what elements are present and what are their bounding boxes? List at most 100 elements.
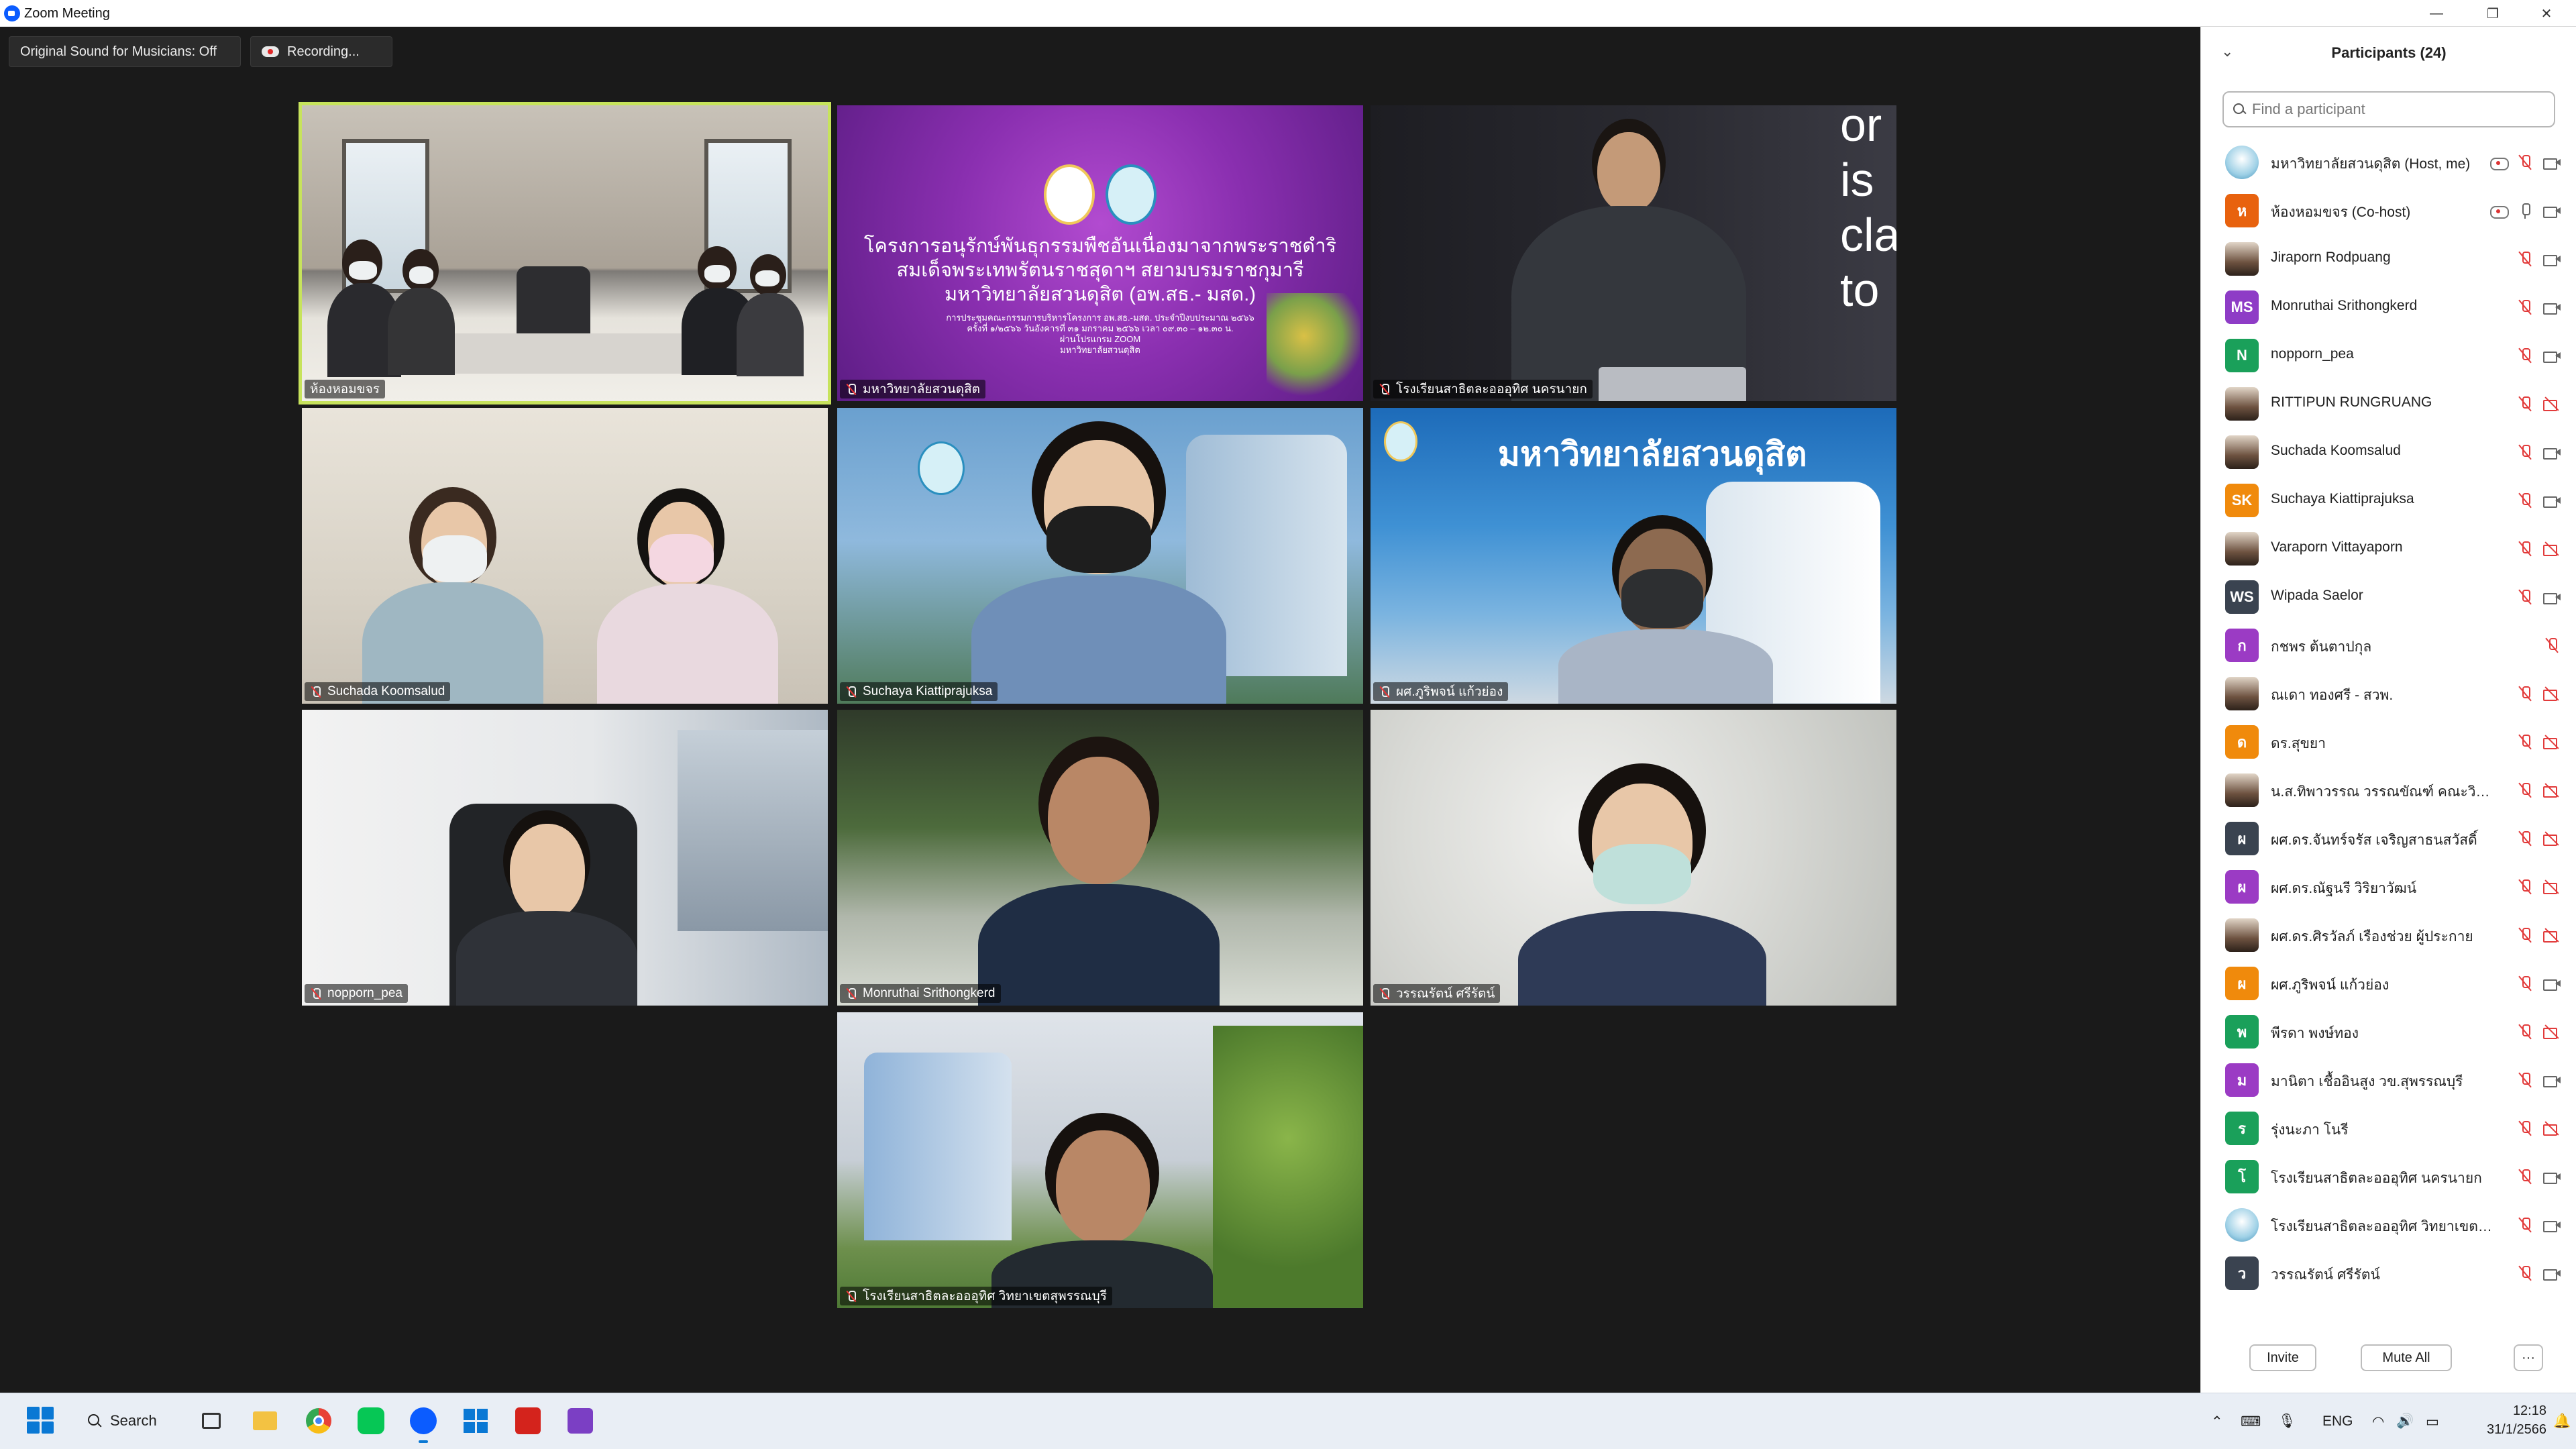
taskbar-search[interactable]: Search xyxy=(87,1404,174,1438)
participant-name: Wipada Saelor xyxy=(2271,588,2363,603)
video-tile[interactable]: ห้องหอมขจร xyxy=(299,102,831,405)
participant-name: Jiraporn Rodpuang xyxy=(2271,250,2391,265)
camera-icon xyxy=(2543,1265,2561,1282)
original-sound-button[interactable]: Original Sound for Musicians: Off xyxy=(9,36,241,67)
participant-name: รุ่งนะภา โนรี xyxy=(2271,1122,2349,1138)
language-indicator[interactable]: ENG xyxy=(2322,1393,2353,1449)
line-app-icon[interactable] xyxy=(354,1404,388,1438)
chrome-icon[interactable] xyxy=(302,1404,335,1438)
zoom-app-icon[interactable] xyxy=(407,1404,440,1443)
video-tile[interactable]: วรรณรัตน์ ศรีรัตน์ xyxy=(1371,710,1896,1006)
minimize-button[interactable]: — xyxy=(2415,0,2458,27)
participant-row[interactable]: ร รุ่งนะภา โนรี xyxy=(2201,1104,2576,1152)
participant-name: ผศ.ดร.ศิรวัลภ์ เรืองช่วย ผู้ประกาย xyxy=(2271,929,2473,945)
camera-icon xyxy=(2543,154,2561,171)
video-tile[interactable]: Suchaya Kiattiprajuksa xyxy=(837,408,1363,704)
participant-row[interactable]: ผศ.ดร.ศิรวัลภ์ เรืองช่วย ผู้ประกาย xyxy=(2201,911,2576,959)
participant-row[interactable]: ณเดา ทองศรี - สวพ. xyxy=(2201,669,2576,718)
participant-row[interactable]: ผ ผศ.ดร.จันทร์จรัส เจริญสาธนสวัสดิ์ xyxy=(2201,814,2576,863)
mic-muted-icon xyxy=(2516,347,2534,364)
avatar xyxy=(2225,677,2259,710)
participant-row[interactable]: โรงเรียนสาธิตละอออุทิศ วิทยาเขตสุพรร... xyxy=(2201,1201,2576,1249)
board-line: cla xyxy=(1840,209,1896,261)
start-button[interactable] xyxy=(27,1407,54,1434)
video-tile[interactable]: มหาวิทยาลัยสวนดุสิต ผศ.ภูริพจน์ แก้วย่อง xyxy=(1371,408,1896,704)
tile-name-label: วรรณรัตน์ ศรีรัตน์ xyxy=(1373,984,1501,1003)
participant-row[interactable]: RITTIPUN RUNGRUANG xyxy=(2201,380,2576,428)
person-face xyxy=(1048,757,1150,884)
microphone-icon[interactable]: 🎙 xyxy=(2278,1393,2296,1449)
participant-row[interactable]: Varaporn Vittayaporn xyxy=(2201,525,2576,573)
participant-row[interactable]: ผ ผศ.ภูริพจน์ แก้วย่อง xyxy=(2201,959,2576,1008)
mic-muted-icon xyxy=(2516,492,2534,509)
participant-row[interactable]: WS Wipada Saelor xyxy=(2201,573,2576,621)
mic-muted-icon xyxy=(845,987,857,1000)
task-view-icon[interactable] xyxy=(195,1404,228,1438)
acrobat-icon[interactable] xyxy=(511,1404,545,1438)
participant-row[interactable]: ด ดร.สุขยา xyxy=(2201,718,2576,766)
participant-row[interactable]: โ โรงเรียนสาธิตละอออุทิศ นครนายก xyxy=(2201,1152,2576,1201)
participant-name: วรรณรัตน์ ศรีรัตน์ xyxy=(2271,1267,2380,1283)
mute-all-button[interactable]: Mute All xyxy=(2361,1344,2452,1371)
avatar xyxy=(2225,1208,2259,1242)
tile-name-label: โรงเรียนสาธิตละอออุทิศ นครนายก xyxy=(1373,380,1593,398)
keyboard-icon[interactable]: ⌨ xyxy=(2241,1393,2261,1449)
camera-off-icon xyxy=(2543,395,2561,413)
participant-row[interactable]: ห ห้องหอมขจร (Co-host) xyxy=(2201,186,2576,235)
tile-name-label: โรงเรียนสาธิตละอออุทิศ วิทยาเขตสุพรรณบุร… xyxy=(840,1287,1112,1305)
file-explorer-icon[interactable] xyxy=(248,1404,282,1438)
mic-muted-icon xyxy=(310,987,322,1000)
participant-row[interactable]: ก กชพร ต้นตาปกุล xyxy=(2201,621,2576,669)
avatar xyxy=(2225,435,2259,469)
more-options-button[interactable]: ··· xyxy=(2514,1344,2543,1371)
avatar xyxy=(2225,773,2259,807)
participant-row[interactable]: น.ส.ทิพาวรรณ วรรณขัณฑ์ คณะวิทยา... xyxy=(2201,766,2576,814)
participant-name: ห้องหอมขจร xyxy=(310,382,380,396)
participant-row[interactable]: ว วรรณรัตน์ ศรีรัตน์ xyxy=(2201,1249,2576,1297)
close-button[interactable]: ✕ xyxy=(2525,0,2568,27)
camera-off-icon xyxy=(2543,782,2561,799)
video-tile[interactable]: nopporn_pea xyxy=(302,710,828,1006)
participant-status-icons xyxy=(2516,924,2561,946)
participant-row[interactable]: ผ ผศ.ดร.ณัฐนรี วิริยาวัฒน์ xyxy=(2201,863,2576,911)
participant-name: โรงเรียนสาธิตละอออุทิศ นครนายก xyxy=(1396,382,1587,396)
participant-row[interactable]: มหาวิทยาลัยสวนดุสิต (Host, me) xyxy=(2201,138,2576,186)
invite-button[interactable]: Invite xyxy=(2249,1344,2316,1371)
participant-name: ผศ.ภูริพจน์ แก้วย่อง xyxy=(1396,685,1503,699)
participant-name: มหาวิทยาลัยสวนดุสิต xyxy=(863,382,981,396)
battery-icon[interactable]: ▭ xyxy=(2426,1393,2439,1449)
participant-row[interactable]: MS Monruthai Srithongkerd xyxy=(2201,283,2576,331)
taskbar-clock[interactable]: 12:18 31/1/2566 xyxy=(2473,1401,2546,1439)
participant-row[interactable]: ม มานิตา เชื้ออินสูง วข.สุพรรณบุรี xyxy=(2201,1056,2576,1104)
show-hidden-icons-icon[interactable]: ⌃ xyxy=(2211,1393,2223,1449)
video-tile[interactable]: or is cla to โรงเรียนสาธิตละอออุทิศ นครน… xyxy=(1371,105,1896,401)
participant-search[interactable] xyxy=(2222,91,2555,127)
avatar xyxy=(2225,242,2259,276)
participant-row[interactable]: Nnopporn_pea xyxy=(2201,331,2576,380)
restore-button[interactable]: ❐ xyxy=(2471,0,2514,27)
chrome-center xyxy=(313,1415,324,1426)
chrome-shape xyxy=(306,1408,331,1434)
acrobat-shape xyxy=(515,1407,541,1434)
mic-muted-icon xyxy=(2516,782,2534,799)
camera-off-icon xyxy=(2543,878,2561,896)
visual-studio-icon[interactable] xyxy=(564,1404,597,1438)
wifi-icon[interactable]: ◠ xyxy=(2372,1393,2384,1449)
video-tile[interactable]: Suchada Koomsalud xyxy=(302,408,828,704)
recording-indicator[interactable]: Recording... xyxy=(250,36,392,67)
search-input[interactable] xyxy=(2252,101,2547,118)
notification-bell-icon[interactable]: 🔔 xyxy=(2553,1393,2571,1449)
participant-row[interactable]: พ พีรดา พงษ์ทอง xyxy=(2201,1008,2576,1056)
store-icon[interactable] xyxy=(459,1404,492,1438)
participant-status-icons xyxy=(2516,538,2561,559)
video-tile[interactable]: Monruthai Srithongkerd xyxy=(837,710,1363,1006)
mic-muted-icon xyxy=(2516,154,2534,171)
volume-icon[interactable]: 🔊 xyxy=(2396,1393,2414,1449)
video-tile[interactable]: โรงเรียนสาธิตละอออุทิศ วิทยาเขตสุพรรณบุร… xyxy=(837,1012,1363,1308)
participant-name: Monruthai Srithongkerd xyxy=(863,986,996,1000)
participant-row[interactable]: SK Suchaya Kiattiprajuksa xyxy=(2201,476,2576,525)
video-tile[interactable]: โครงการอนุรักษ์พันธุกรรมพืชอันเนื่องมาจา… xyxy=(837,105,1363,401)
participant-row[interactable]: Suchada Koomsalud xyxy=(2201,428,2576,476)
participant-name: มหาวิทยาลัยสวนดุสิต (Host, me) xyxy=(2271,156,2471,172)
participant-row[interactable]: Jiraporn Rodpuang xyxy=(2201,235,2576,283)
